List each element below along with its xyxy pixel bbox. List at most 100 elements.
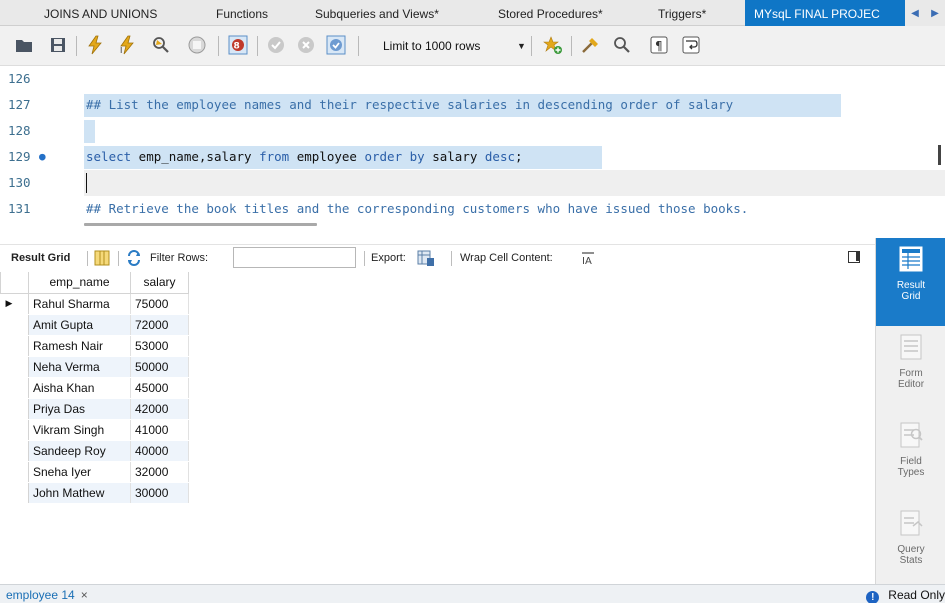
tab-joins-and-unions[interactable]: JOINS AND UNIONS [44, 0, 157, 26]
table-row[interactable]: Sneha Iyer 32000 [0, 461, 189, 483]
cell-emp-name[interactable]: Vikram Singh [28, 419, 131, 441]
table-row[interactable]: Vikram Singh 41000 [0, 419, 189, 441]
query-stats-view-button[interactable]: Query Stats [876, 502, 945, 590]
tab-scroll-right-icon[interactable]: ▶ [925, 0, 945, 26]
column-header-emp-name[interactable]: emp_name [28, 272, 131, 294]
save-icon[interactable] [48, 35, 68, 55]
tab-scroll-left-icon[interactable]: ◀ [905, 0, 925, 26]
cell-emp-name[interactable]: Ramesh Nair [28, 335, 131, 357]
execute-icon[interactable] [85, 35, 105, 55]
cell-emp-name[interactable]: Aisha Khan [28, 377, 131, 399]
svg-text:¶: ¶ [655, 39, 663, 53]
cell-salary[interactable]: 42000 [130, 398, 189, 420]
status-label: Read Only [888, 588, 945, 602]
beautify-icon[interactable] [580, 35, 600, 55]
sql-editor-toolbar: I 8 Limit to 1000 rows ▼ ¶ [0, 26, 945, 66]
cell-salary[interactable]: 41000 [130, 419, 189, 441]
rollback-icon[interactable] [296, 35, 316, 55]
tab-stored-procedures[interactable]: Stored Procedures* [498, 0, 603, 26]
autocommit-icon[interactable] [326, 35, 346, 55]
wrap-cell-icon[interactable]: IA [581, 251, 595, 265]
stop-icon[interactable] [187, 35, 207, 55]
sql-editor[interactable]: 126 127 ## List the employee names and t… [0, 66, 945, 216]
cell-salary[interactable]: 45000 [130, 377, 189, 399]
cell-emp-name[interactable]: Rahul Sharma [28, 293, 131, 315]
tab-mysql-final-project[interactable]: MYsqL FINAL PROJEC [745, 0, 905, 26]
statement-marker-icon: ● [39, 150, 46, 163]
result-tab-employee[interactable]: employee 14 × [0, 585, 88, 603]
tab-triggers[interactable]: Triggers* [658, 0, 706, 26]
column-header-salary[interactable]: salary [130, 272, 189, 294]
row-marker [0, 461, 29, 483]
row-marker [0, 377, 29, 399]
cell-emp-name[interactable]: Sandeep Roy [28, 440, 131, 462]
sql-comment: ## Retrieve the book titles and the corr… [86, 201, 749, 216]
cell-emp-name[interactable]: Amit Gupta [28, 314, 131, 336]
close-icon[interactable]: × [81, 588, 88, 602]
cell-emp-name[interactable]: John Mathew [28, 482, 131, 504]
side-panel-label: Field [900, 456, 922, 467]
commit-icon[interactable] [266, 35, 286, 55]
cell-emp-name[interactable]: Priya Das [28, 398, 131, 420]
table-row[interactable]: Sandeep Roy 40000 [0, 440, 189, 462]
cell-salary[interactable]: 30000 [130, 482, 189, 504]
grid-layout-icon[interactable] [94, 250, 110, 266]
cell-salary[interactable]: 50000 [130, 356, 189, 378]
table-row[interactable]: Neha Verma 50000 [0, 356, 189, 378]
word-wrap-icon[interactable] [681, 35, 701, 55]
tab-functions[interactable]: Functions [216, 0, 268, 26]
table-row[interactable]: Priya Das 42000 [0, 398, 189, 420]
line-number: 127 [8, 97, 31, 112]
table-row[interactable]: ▶ Rahul Sharma 75000 [0, 293, 189, 315]
editor-line: 131 ## Retrieve the book titles and the … [0, 196, 945, 216]
editor-vertical-scrollbar[interactable] [938, 145, 941, 165]
result-grid-icon [899, 246, 923, 272]
chevron-down-icon[interactable]: ▼ [517, 36, 526, 56]
result-grid-view-button[interactable]: Result Grid [876, 238, 945, 326]
cell-salary[interactable]: 72000 [130, 314, 189, 336]
toolbar-separator [531, 36, 532, 56]
add-snippet-icon[interactable] [543, 35, 563, 55]
row-marker [0, 356, 29, 378]
line-number: 130 [8, 175, 31, 190]
invisible-chars-icon[interactable]: ¶ [649, 35, 669, 55]
field-types-view-button[interactable]: Field Types [876, 414, 945, 502]
open-folder-icon[interactable] [14, 35, 34, 55]
result-grid: emp_name salary ▶ Rahul Sharma 75000 Ami… [0, 272, 875, 582]
cell-emp-name[interactable]: Neha Verma [28, 356, 131, 378]
row-marker [0, 335, 29, 357]
table-row[interactable]: Aisha Khan 45000 [0, 377, 189, 399]
find-icon[interactable] [612, 35, 632, 55]
tab-subqueries-and-views[interactable]: Subqueries and Views* [315, 0, 439, 26]
line-number: 126 [8, 71, 31, 86]
table-row[interactable]: Ramesh Nair 53000 [0, 335, 189, 357]
cell-salary[interactable]: 53000 [130, 335, 189, 357]
bottom-bar: employee 14 × ! Read Only [0, 584, 945, 603]
result-toolbar: Result Grid Filter Rows: Export: Wrap Ce… [0, 244, 875, 270]
editor-line: 128 [0, 118, 945, 144]
export-icon[interactable] [417, 249, 435, 267]
current-row-marker-icon: ▶ [0, 293, 29, 315]
result-grid-label: Result Grid [11, 252, 71, 264]
table-row[interactable]: John Mathew 30000 [0, 482, 189, 504]
result-tab-label: employee 14 [6, 588, 75, 602]
explain-icon[interactable] [151, 35, 171, 55]
toolbar-separator [218, 36, 219, 56]
toggle-error-icon[interactable]: 8 [228, 35, 248, 55]
cell-emp-name[interactable]: Sneha Iyer [28, 461, 131, 483]
cell-salary[interactable]: 40000 [130, 440, 189, 462]
execute-current-icon[interactable]: I [117, 35, 137, 55]
cell-salary[interactable]: 75000 [130, 293, 189, 315]
svg-text:8: 8 [234, 42, 240, 52]
query-stats-icon [900, 510, 923, 536]
cell-salary[interactable]: 32000 [130, 461, 189, 483]
row-marker [0, 482, 29, 504]
toggle-side-panel-icon[interactable] [848, 251, 860, 263]
table-row[interactable]: Amit Gupta 72000 [0, 314, 189, 336]
editor-horizontal-scrollbar[interactable] [84, 223, 317, 226]
filter-refresh-icon[interactable] [126, 250, 142, 266]
filter-rows-input[interactable] [233, 247, 356, 268]
limit-rows-select[interactable]: Limit to 1000 rows [383, 36, 480, 56]
svg-text:IA: IA [582, 256, 592, 265]
form-editor-view-button[interactable]: Form Editor [876, 326, 945, 414]
